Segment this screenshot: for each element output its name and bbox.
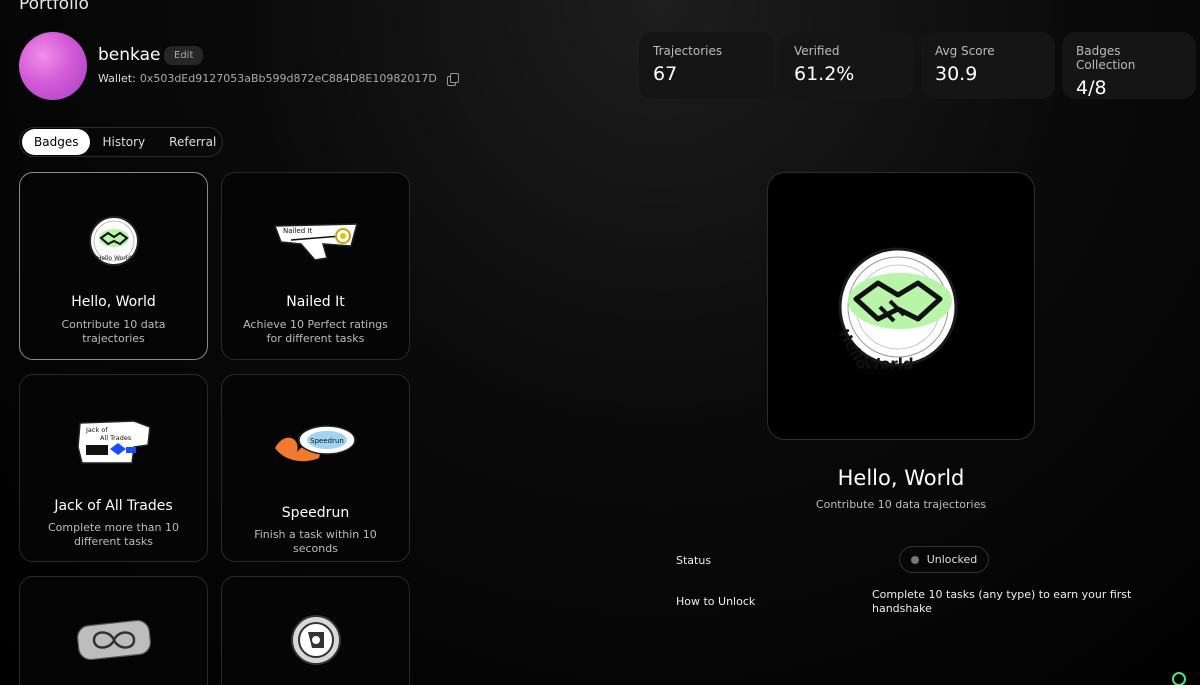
badge-title: Jack of All Trades xyxy=(54,498,173,514)
badge-desc: Finish a task within 10 seconds xyxy=(254,528,377,555)
badge-detail-desc: Contribute 10 data trajectories xyxy=(815,498,987,511)
badge-title: Hello, World xyxy=(71,294,156,310)
status-label: Status xyxy=(676,554,712,567)
stat-value: 67 xyxy=(653,63,678,85)
badge-card-jack-of-all-trades[interactable]: Jack of All Trades Jack of All Trades Co… xyxy=(19,374,208,562)
svg-text:Speedrun: Speedrun xyxy=(310,437,344,445)
handshake-badge-large-icon: Hello World xyxy=(835,247,958,373)
flame-speed-badge-icon: Speedrun xyxy=(271,410,361,475)
stat-badges-collection: Badges Collection 4/8 xyxy=(1062,32,1196,99)
tab-history[interactable]: History xyxy=(90,129,157,155)
handshake-badge-icon: Hello World xyxy=(69,208,159,273)
status-value: Unlocked xyxy=(926,553,978,566)
gear-puzzle-badge-icon: Jack of All Trades xyxy=(69,410,159,475)
stat-label: Trajectories xyxy=(653,44,723,58)
stat-verified: Verified 61.2% xyxy=(780,32,914,99)
svg-text:Nailed It: Nailed It xyxy=(283,227,312,235)
badge-desc: Contribute 10 data trajectories xyxy=(61,318,166,345)
stat-trajectories: Trajectories 67 xyxy=(639,32,773,99)
badge-card-speedrun[interactable]: Speedrun Speedrun Finish a task within 1… xyxy=(221,374,410,562)
portfolio-tabs: Badges History Referral xyxy=(19,127,223,157)
stat-value: 30.9 xyxy=(935,63,978,85)
wallet-row: Wallet: 0x503dEd9127053aBb599d872eC884D8… xyxy=(98,72,459,86)
avatar[interactable] xyxy=(19,32,87,100)
badge-card-hello-world[interactable]: Hello World Hello, World Contribute 10 d… xyxy=(19,172,208,360)
stat-label: Badges Collection xyxy=(1076,44,1136,72)
infinity-badge-icon xyxy=(69,607,159,672)
badge-title: Nailed It xyxy=(286,294,345,310)
wallet-address: 0x503dEd9127053aBb599d872eC884D8E1098201… xyxy=(139,72,437,85)
stat-label: Avg Score xyxy=(935,44,995,58)
edit-profile-button[interactable]: Edit xyxy=(164,46,204,65)
stat-value: 4/8 xyxy=(1076,77,1107,99)
wallet-label: Wallet: xyxy=(98,72,136,85)
svg-text:World: World xyxy=(864,355,914,373)
copy-icon[interactable] xyxy=(446,72,459,86)
username: benkae xyxy=(98,45,161,65)
status-dot-icon xyxy=(910,555,919,564)
stat-avg-score: Avg Score 30.9 xyxy=(921,32,1055,99)
svg-text:Hello World: Hello World xyxy=(96,255,131,262)
stat-label: Verified xyxy=(794,44,840,58)
badge-detail-title: Hello, World xyxy=(837,466,965,490)
stat-value: 61.2% xyxy=(794,63,855,85)
badge-desc: Complete more than 10 different tasks xyxy=(48,521,179,548)
badge-detail-image: Hello World xyxy=(767,172,1035,440)
badge-desc: Achieve 10 Perfect ratings for different… xyxy=(243,318,388,345)
badge-card-locked-1[interactable] xyxy=(19,576,208,685)
tab-badges[interactable]: Badges xyxy=(22,129,91,155)
tab-referral[interactable]: Referral xyxy=(157,129,228,155)
how-to-unlock-text: Complete 10 tasks (any type) to earn you… xyxy=(872,588,1132,615)
status-ring-icon[interactable] xyxy=(1172,672,1186,685)
wheel-badge-icon xyxy=(271,607,361,672)
badge-card-locked-2[interactable] xyxy=(221,576,410,685)
page-title: Portfolio xyxy=(19,0,89,14)
target-arrow-badge-icon: Nailed It xyxy=(271,208,361,273)
status-badge: Unlocked xyxy=(899,546,989,573)
svg-text:All Trades: All Trades xyxy=(100,434,132,442)
badge-title: Speedrun xyxy=(281,505,350,521)
how-to-unlock-label: How to Unlock xyxy=(676,595,756,608)
svg-text:Jack of: Jack of xyxy=(85,426,108,434)
badge-card-nailed-it[interactable]: Nailed It Nailed It Achieve 10 Perfect r… xyxy=(221,172,410,360)
